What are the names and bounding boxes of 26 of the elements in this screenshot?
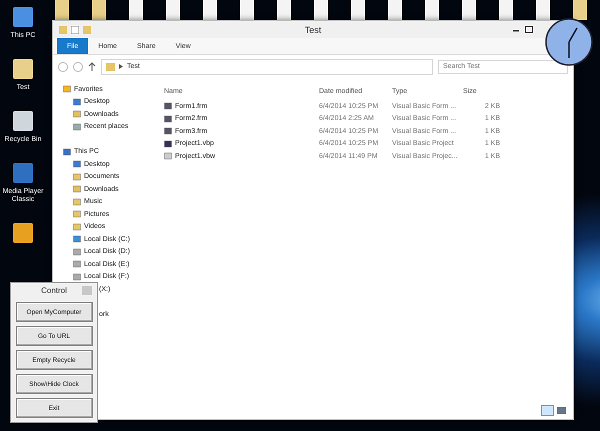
- up-arrow-icon[interactable]: [88, 62, 96, 72]
- file-icon[interactable]: [277, 0, 291, 20]
- file-icon: [164, 152, 172, 160]
- tiles-view-icon[interactable]: [556, 404, 567, 416]
- details-view-icon[interactable]: [541, 404, 554, 416]
- clock-icon[interactable]: [545, 18, 593, 66]
- file-icon[interactable]: [55, 0, 69, 20]
- file-icon[interactable]: [166, 0, 180, 20]
- window-title: Test: [304, 24, 322, 34]
- file-icon[interactable]: [92, 0, 106, 20]
- file-icon[interactable]: [462, 0, 476, 20]
- window-title: Control: [41, 286, 67, 295]
- file-icon[interactable]: [240, 0, 254, 20]
- file-icon[interactable]: [499, 0, 513, 20]
- file-icon[interactable]: [425, 0, 439, 20]
- chevron-icon[interactable]: [119, 64, 123, 69]
- file-icon[interactable]: [203, 0, 217, 20]
- file-icon[interactable]: [129, 0, 143, 20]
- file-icon[interactable]: [351, 0, 365, 20]
- maximize-icon[interactable]: [525, 26, 533, 34]
- file-icon[interactable]: [536, 0, 550, 20]
- file-icon[interactable]: [314, 0, 328, 20]
- minimize-button[interactable]: [82, 286, 92, 295]
- file-icon[interactable]: [388, 0, 402, 20]
- file-icon[interactable]: [573, 0, 587, 20]
- document-icon[interactable]: [71, 26, 79, 34]
